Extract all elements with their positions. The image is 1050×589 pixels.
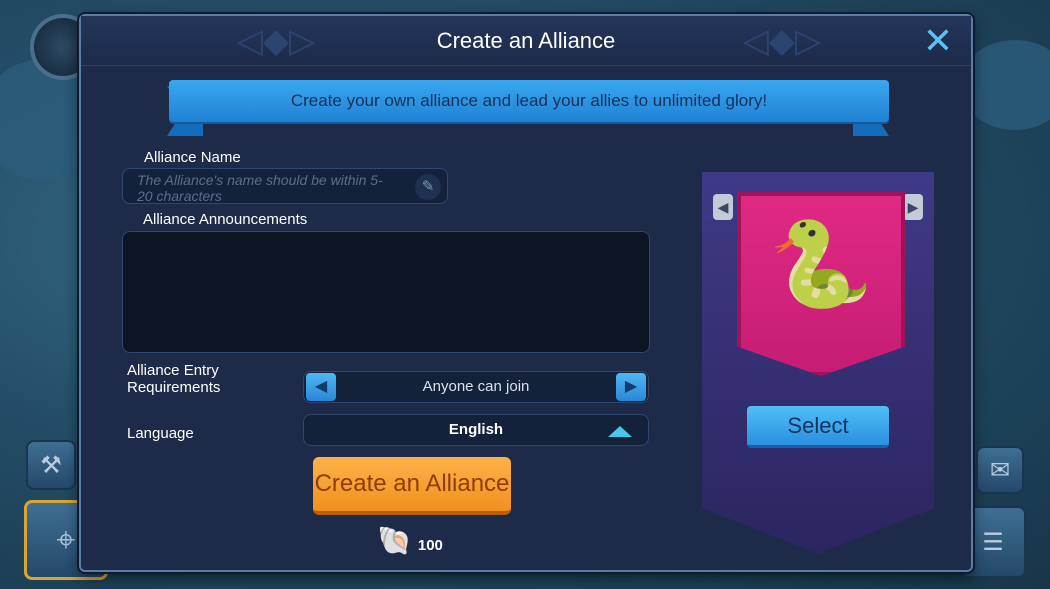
mail-icon[interactable]: ✉ xyxy=(976,446,1024,494)
next-arrow-icon[interactable]: ▶ xyxy=(616,373,646,401)
pencil-icon[interactable]: ✎ xyxy=(415,174,441,200)
select-button[interactable]: Select xyxy=(747,406,889,448)
entry-requirements-value: Anyone can join xyxy=(422,378,530,395)
info-ribbon: Create your own alliance and lead your a… xyxy=(169,80,889,122)
entry-requirements-selector: ◀ Anyone can join ▶ xyxy=(303,371,649,403)
background-rock xyxy=(960,40,1050,130)
language-value: English xyxy=(448,421,504,438)
alliance-name-placeholder: The Alliance's name should be within 5-2… xyxy=(137,172,383,204)
alliance-announcements-label: Alliance Announcements xyxy=(143,211,308,228)
previous-banner-arrow-icon[interactable]: ◀ xyxy=(713,194,733,220)
shell-icon: 🐚 xyxy=(377,525,412,556)
snake-head-emblem-icon: 🐍 xyxy=(768,217,874,311)
alliance-name-label: Alliance Name xyxy=(144,149,241,166)
hammer-icon[interactable]: ⚒ xyxy=(26,440,76,490)
next-banner-arrow-icon[interactable]: ▶ xyxy=(903,194,923,220)
alliance-flag: 🐍 xyxy=(737,192,905,376)
entry-requirements-label: Alliance Entry Requirements xyxy=(127,362,221,396)
dialog-header: ◁◆▷ ◁◆▷ Create an Alliance ✕ xyxy=(81,16,971,66)
language-label: Language xyxy=(127,425,194,442)
close-icon[interactable]: ✕ xyxy=(921,23,955,59)
language-dropdown[interactable]: English xyxy=(303,414,649,446)
create-alliance-button[interactable]: Create an Alliance xyxy=(313,457,511,515)
dialog-title: Create an Alliance xyxy=(436,28,616,53)
alliance-announcements-input[interactable] xyxy=(122,231,650,353)
create-cost: 🐚 100 xyxy=(377,526,443,556)
create-alliance-dialog: ◁◆▷ ◁◆▷ Create an Alliance ✕ Create your… xyxy=(79,14,973,572)
previous-arrow-icon[interactable]: ◀ xyxy=(306,373,336,401)
caret-up-icon[interactable] xyxy=(608,426,632,437)
cost-value: 100 xyxy=(417,536,443,554)
alliance-name-input[interactable]: The Alliance's name should be within 5-2… xyxy=(122,168,448,204)
